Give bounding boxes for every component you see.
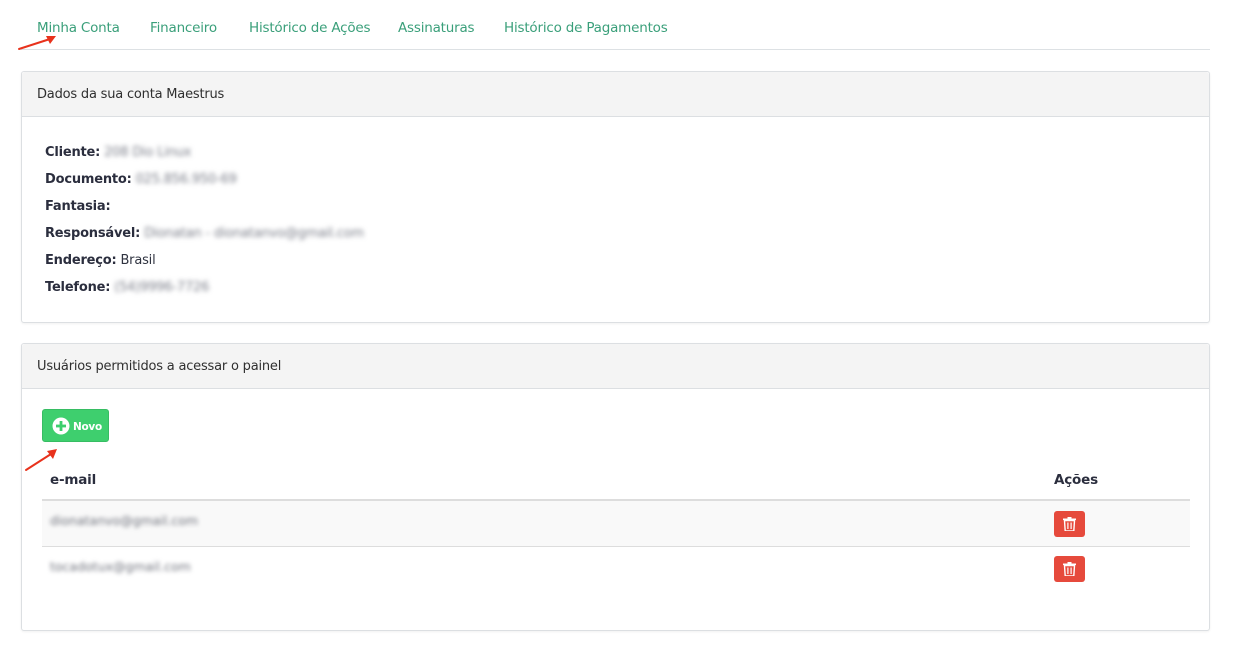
field-value: (54)9996-7726 (114, 280, 210, 295)
user-email: dionatanvo@gmail.com (50, 513, 199, 528)
account-panel-title: Dados da sua conta Maestrus (22, 72, 1209, 117)
new-user-button-label: Novo (73, 421, 102, 433)
delete-user-button[interactable] (1054, 511, 1085, 537)
field-label: Endereço (45, 253, 112, 268)
red-arrow-icon (25, 449, 57, 471)
field-value: 208 Dio Linux (104, 145, 192, 160)
trash-icon (1063, 517, 1076, 531)
field-label: Telefone (45, 280, 106, 295)
tab-historico-de-acoes[interactable]: Histórico de Ações (249, 20, 371, 36)
tab-financeiro[interactable]: Financeiro (150, 20, 217, 36)
table-row: tocadotux@gmail.com (42, 547, 1190, 593)
users-panel-title: Usuários permitidos a acessar o painel (22, 344, 1209, 389)
account-panel: Dados da sua conta Maestrus Cliente: 208… (21, 71, 1210, 323)
field-endereco: Endereço: Brasil (45, 253, 156, 268)
trash-icon (1063, 562, 1076, 576)
users-panel: Usuários permitidos a acessar o painel N… (21, 343, 1210, 631)
field-value: Dionatan - dionatanvo@gmail.com (144, 226, 364, 241)
field-telefone: Telefone: (54)9996-7726 (45, 280, 210, 295)
column-header-actions: Ações (1054, 472, 1098, 488)
field-documento: Documento: 025.856.950-69 (45, 172, 237, 187)
field-value: Brasil (120, 253, 156, 268)
new-user-button[interactable]: Novo (42, 409, 109, 442)
user-email: tocadotux@gmail.com (50, 559, 191, 574)
plus-circle-icon (52, 417, 70, 435)
field-cliente: Cliente: 208 Dio Linux (45, 145, 192, 160)
field-responsavel: Responsável: Dionatan - dionatanvo@gmail… (45, 226, 364, 241)
field-label: Documento (45, 172, 127, 187)
field-value: 025.856.950-69 (135, 172, 237, 187)
account-tabs: Minha Conta Financeiro Histórico de Açõe… (21, 0, 1210, 50)
delete-user-button[interactable] (1054, 556, 1085, 582)
red-arrow-icon (18, 36, 56, 50)
field-label: Responsável (45, 226, 136, 241)
field-label: Cliente (45, 145, 96, 160)
table-row: dionatanvo@gmail.com (42, 501, 1190, 547)
field-label: Fantasia (45, 199, 106, 214)
column-header-email: e-mail (50, 472, 96, 488)
tab-historico-de-pagamentos[interactable]: Histórico de Pagamentos (504, 20, 668, 36)
field-fantasia: Fantasia: (45, 199, 111, 214)
tab-assinaturas[interactable]: Assinaturas (398, 20, 475, 36)
